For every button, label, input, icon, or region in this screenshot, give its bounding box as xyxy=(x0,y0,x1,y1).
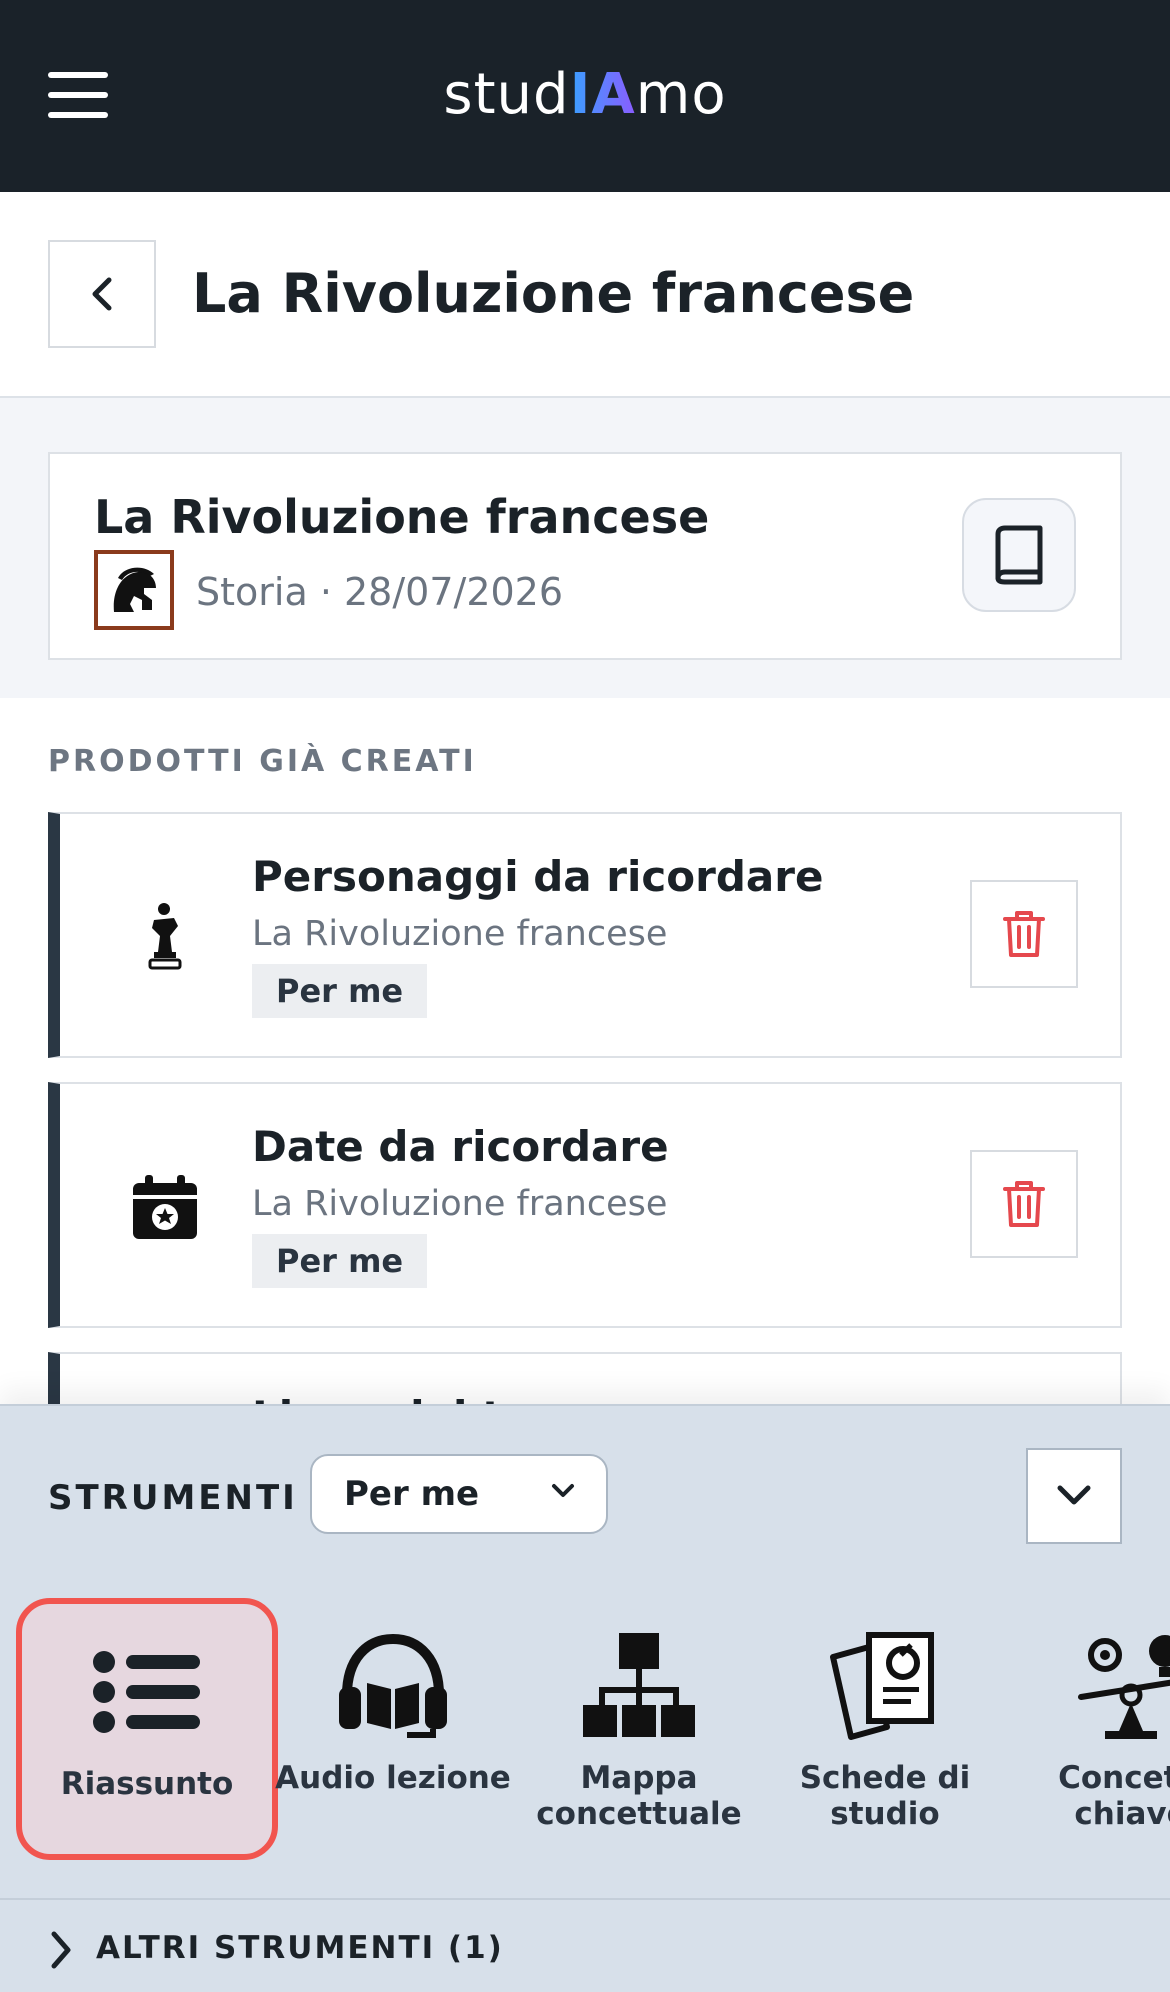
page-title: La Rivoluzione francese xyxy=(192,262,915,325)
helmet-icon xyxy=(94,550,174,630)
tools-label: STRUMENTI xyxy=(48,1478,298,1518)
product-tag: Per me xyxy=(252,1234,428,1288)
chevron-left-icon xyxy=(92,277,112,311)
lesson-area: La Rivoluzione francese Storia · 28/07/2… xyxy=(0,398,1170,698)
balance-ideas-icon xyxy=(1000,1624,1170,1748)
headphones-book-icon xyxy=(262,1624,524,1748)
chess-piece-icon xyxy=(120,892,210,982)
trash-icon xyxy=(1003,911,1045,957)
product-card[interactable]: Personaggi da ricordare La Rivoluzione f… xyxy=(48,812,1122,1058)
tool-mappa-concettuale[interactable]: Mappa concettuale xyxy=(508,1598,770,1860)
product-title: Date da ricordare xyxy=(252,1122,669,1171)
tool-label: Audio lezione xyxy=(275,1760,511,1796)
product-tag: Per me xyxy=(252,964,428,1018)
tool-riassunto[interactable]: Riassunto xyxy=(16,1598,278,1860)
tool-label: Riassunto xyxy=(60,1766,234,1802)
book-icon xyxy=(995,525,1043,585)
page-header: La Rivoluzione francese xyxy=(0,192,1170,398)
more-tools-toggle[interactable]: ALTRI STRUMENTI (1) xyxy=(0,1898,1170,1992)
back-button[interactable] xyxy=(48,240,156,348)
product-card[interactable]: Date da ricordare La Rivoluzione frances… xyxy=(48,1082,1122,1328)
tool-concetti-chiave[interactable]: Concetti chiave xyxy=(1000,1598,1170,1860)
lesson-subject: Storia xyxy=(196,570,308,614)
product-subtitle: La Rivoluzione francese xyxy=(252,914,668,954)
app-logo[interactable]: studIAmo xyxy=(0,62,1170,127)
tools-panel: STRUMENTI Per me Riassunto Audio lezione… xyxy=(0,1404,1170,1992)
more-tools-label: ALTRI STRUMENTI (1) xyxy=(96,1930,504,1966)
chevron-down-icon xyxy=(552,1484,574,1497)
lesson-title: La Rivoluzione francese xyxy=(94,490,710,544)
tool-label: Mappa concettuale xyxy=(536,1760,742,1832)
tool-audio-lezione[interactable]: Audio lezione xyxy=(262,1598,524,1860)
open-book-button[interactable] xyxy=(962,498,1076,612)
trash-icon xyxy=(1003,1181,1045,1227)
study-cards-icon xyxy=(754,1624,1016,1748)
tool-label: Concetti chiave xyxy=(1058,1760,1170,1832)
chevron-down-icon xyxy=(1057,1485,1091,1505)
mode-select[interactable]: Per me xyxy=(310,1454,608,1534)
tool-schede-di-studio[interactable]: Schede di studio xyxy=(754,1598,1016,1860)
collapse-panel-button[interactable] xyxy=(1026,1448,1122,1544)
mode-select-value: Per me xyxy=(344,1474,480,1514)
lesson-card[interactable]: La Rivoluzione francese Storia · 28/07/2… xyxy=(48,452,1122,660)
chevron-right-icon xyxy=(51,1931,71,1969)
product-title: Personaggi da ricordare xyxy=(252,852,824,901)
product-subtitle: La Rivoluzione francese xyxy=(252,1184,668,1224)
tool-label: Schede di studio xyxy=(799,1760,971,1832)
sitemap-icon xyxy=(508,1624,770,1748)
products-section-label: PRODOTTI GIÀ CREATI xyxy=(48,744,477,779)
delete-button[interactable] xyxy=(970,880,1078,988)
lesson-meta: Storia · 28/07/2026 xyxy=(196,570,564,614)
calendar-star-icon xyxy=(120,1162,210,1252)
lesson-date: 28/07/2026 xyxy=(344,570,564,614)
top-bar: studIAmo xyxy=(0,0,1170,192)
list-icon xyxy=(22,1630,272,1754)
delete-button[interactable] xyxy=(970,1150,1078,1258)
